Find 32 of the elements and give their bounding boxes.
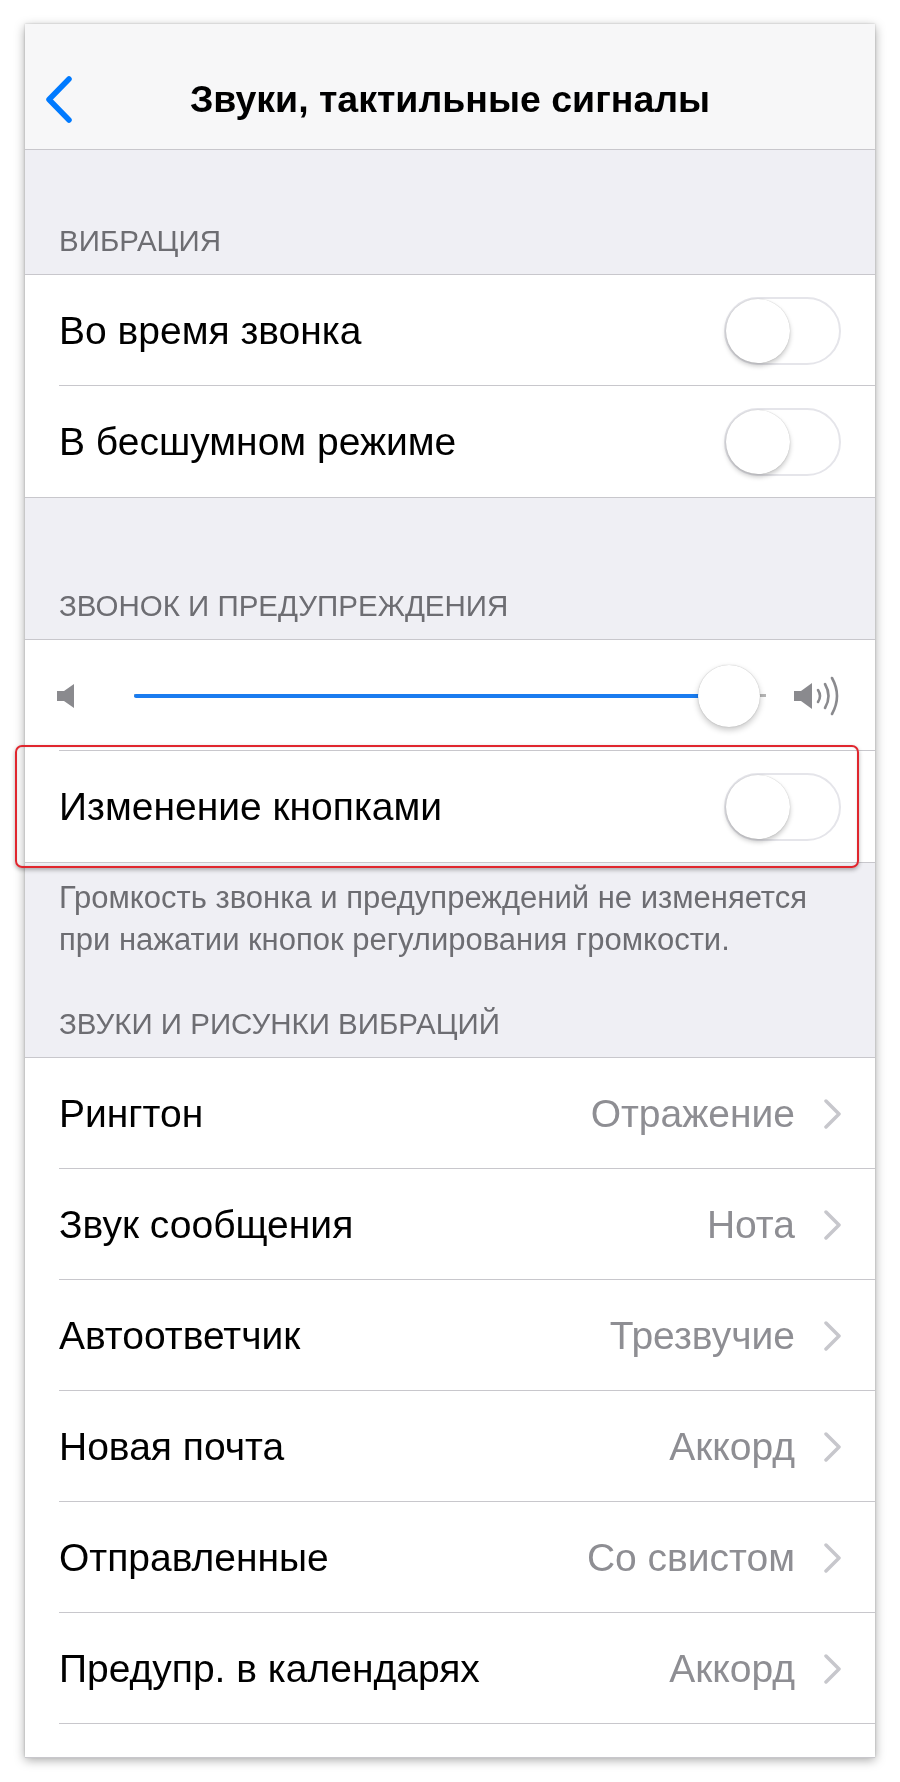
- section-header: ЗВОНОК И ПРЕДУПРЕЖДЕНИЯ: [58, 588, 510, 624]
- chevron-right-icon: [824, 1653, 841, 1684]
- setting-label: В бесшумном режиме: [59, 419, 457, 464]
- setting-value: Нота: [706, 1202, 795, 1247]
- chevron-right-icon: [824, 1209, 841, 1240]
- toggle-switch[interactable]: [724, 296, 841, 365]
- section-header: ЗВУКИ И РИСУНКИ ВИБРАЦИЙ: [58, 1006, 501, 1042]
- setting-label: Отправленные: [59, 1535, 329, 1580]
- chevron-left-icon: [45, 76, 72, 123]
- toggle-switch[interactable]: [724, 407, 841, 476]
- setting-label: Во время звонка: [59, 308, 362, 353]
- setting-value: Со свистом: [586, 1535, 795, 1580]
- slider-thumb[interactable]: [698, 664, 761, 727]
- section-header: ВИБРАЦИЯ: [58, 223, 222, 259]
- toggle-switch[interactable]: [724, 772, 841, 841]
- back-button[interactable]: [45, 76, 72, 123]
- setting-label: Автоответчик: [59, 1313, 301, 1358]
- setting-value: Трезвучие: [609, 1313, 795, 1358]
- setting-label: Новая почта: [59, 1424, 285, 1469]
- chevron-right-icon: [824, 1320, 841, 1351]
- setting-value: Аккорд: [669, 1646, 795, 1691]
- setting-label: Рингтон: [59, 1091, 204, 1136]
- setting-label: Звук сообщения: [59, 1202, 354, 1247]
- chevron-right-icon: [824, 1098, 841, 1129]
- chevron-right-icon: [824, 1431, 841, 1462]
- chevron-right-icon: [824, 1542, 841, 1573]
- setting-value: Аккорд: [669, 1424, 795, 1469]
- section-footnote: Громкость звонка и предупреждений не изменяется при нажатии кнопок регулирования громкости.: [58, 879, 808, 959]
- setting-value: Отражение: [590, 1091, 795, 1136]
- page-title: Звуки, тактильные сигналы: [189, 78, 711, 121]
- setting-label: Изменение кнопками: [59, 784, 443, 829]
- setting-label: Предупр. в календарях: [59, 1646, 480, 1691]
